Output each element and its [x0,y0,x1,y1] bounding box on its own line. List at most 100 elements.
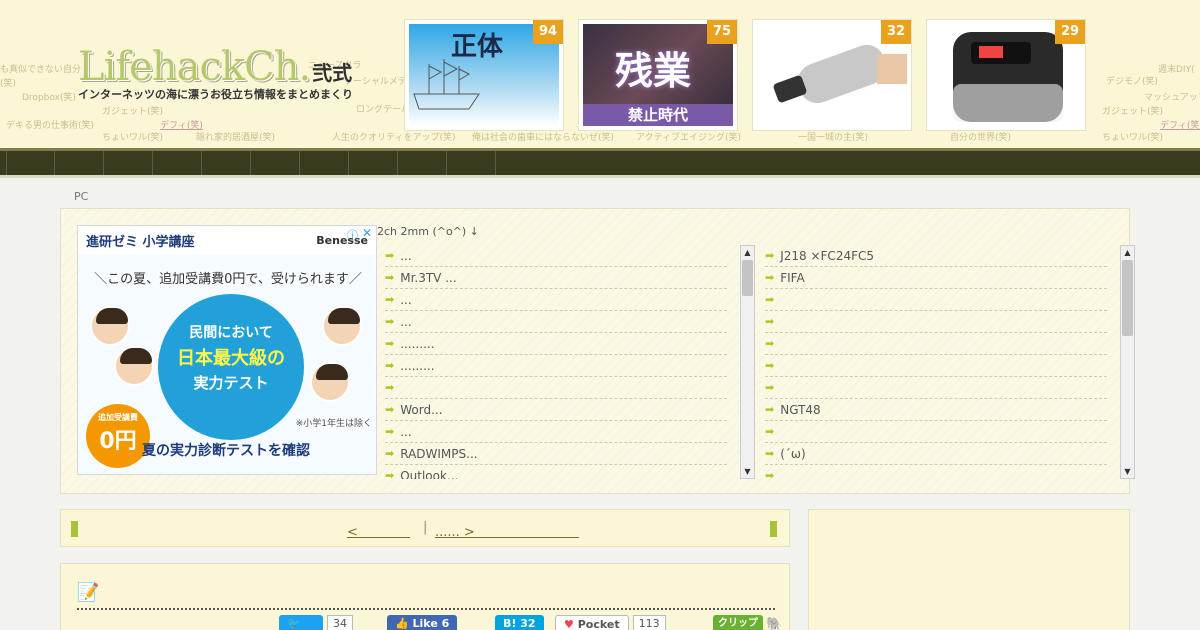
pocket-label: Pocket [577,618,620,630]
feed-item[interactable]: ➡ [385,377,727,399]
feed-left-scrollbar[interactable]: ▲ ▼ [740,245,755,479]
feed-item[interactable]: ➡ FIFA [765,267,1107,289]
scroll-up-icon[interactable]: ▲ [741,246,754,259]
feed-item[interactable]: ➡ [765,333,1107,355]
pocket-icon: ♥ [564,618,574,630]
pocket-button[interactable]: ♥ Pocket [555,615,629,630]
feed-item[interactable]: ➡ Word... [385,399,727,421]
header-tag[interactable]: デジモノ(笑) [1106,74,1158,87]
nav-item-10[interactable] [447,151,496,175]
ad-header: 進研ゼミ 小学講座 Benesse [78,226,376,254]
header-tag[interactable]: デキる男の仕事術(笑) [6,118,94,131]
facebook-like[interactable]: 👍 Like 6 [387,615,458,630]
header-tag[interactable]: 人生のクオリティをアップ(笑) [332,130,455,143]
scroll-up-icon[interactable]: ▲ [1121,246,1134,259]
popular-thumb-2[interactable]: 残業 禁止時代 75 [578,19,738,131]
scroll-thumb[interactable] [742,260,753,296]
header-tag[interactable]: ロングテール [356,102,410,115]
feed-item[interactable]: ➡ NGT48 [765,399,1107,421]
feed-item[interactable]: ➡ [765,355,1107,377]
feed-item[interactable]: ➡... [385,289,727,311]
feed-item[interactable]: ➡......... [385,333,727,355]
pager-prev-link[interactable]: < [347,521,410,540]
site-logo[interactable]: LifehackCh. 弐式 インターネッツの海に漂うお役立ち情報をまとめまくり [78,44,353,102]
popular-thumb-3[interactable]: 32 [752,19,912,131]
header-tag[interactable]: も真似できない自分 [0,62,81,75]
ad-cta[interactable]: 夏の実力診断テストを確認 [142,436,372,466]
feed-item[interactable]: ➡ [765,311,1107,333]
ad-child-photo [114,346,154,386]
nav-item-5[interactable] [202,151,251,175]
popular-thumb-4[interactable]: 29 [926,19,1086,131]
ad-info-icon[interactable]: ⓘ [347,227,358,243]
feed-item-text: ......... [400,358,435,373]
pager-next-link[interactable]: ...... > [435,521,579,540]
header-tag[interactable]: ガジェット(笑) [1102,104,1163,117]
memo-icon: 📝 [77,582,100,603]
thumb-sublabel: 禁止時代 [583,104,733,126]
feed-item[interactable]: ➡......... [385,355,727,377]
hatena-bookmark-button[interactable]: B! 32 [495,615,544,630]
arrow-icon: ➡ [385,469,395,479]
feed-item[interactable]: ➡ J218 ×FC24FC5 [765,245,1107,267]
nav-item-4[interactable] [153,151,202,175]
facebook-like-label: Like [412,617,438,630]
header-tag[interactable]: ソーシャルメデ [344,74,407,87]
arrow-icon: ➡ [765,337,775,350]
twitter-bird-icon[interactable]: 🐦 [279,615,323,630]
nav-item-3[interactable] [104,151,153,175]
ad-close-icon[interactable]: ✕ [362,226,372,240]
pocket-share[interactable]: ♥ Pocket 113 [555,615,666,630]
feed-item[interactable]: ➡ RADWIMPS... [385,443,727,465]
nav-item-6[interactable] [251,151,300,175]
feed-item[interactable]: ➡ (´ω) [765,443,1107,465]
feed-item[interactable]: ➡ [765,377,1107,399]
feed-item[interactable]: ➡ Mr.3TV ... [385,267,727,289]
ad-price-badge: 追加受講費 0円 [86,404,150,468]
ad-badge-label: 追加受講費 [98,413,138,422]
feed-right-scrollbar[interactable]: ▲ ▼ [1120,245,1135,479]
ad-banner[interactable]: 進研ゼミ 小学講座 Benesse ⓘ ✕ ＼この夏、追加受講費0円で、受けられ… [77,225,377,475]
evernote-clip-button[interactable]: クリップ [713,615,763,630]
evernote-clip[interactable]: クリップ 🐘 [713,615,782,630]
facebook-like-button[interactable]: 👍 Like 6 [387,615,458,630]
nav-item-1[interactable] [6,151,55,175]
header-tag[interactable]: ちょいワル(笑) [102,130,163,143]
header-tag[interactable]: 自分の世界(笑) [950,130,1011,143]
feed-item[interactable]: ➡... [385,311,727,333]
header-tag[interactable]: 週末DIY( [1158,62,1195,75]
arrow-icon: ➡ [385,381,395,394]
header-tag[interactable]: ちょいワル(笑) [1102,130,1163,143]
twitter-share[interactable]: 🐦 34 [279,615,353,630]
feed-right-list: ➡ J218 ×FC24FC5 ➡ FIFA ➡ ➡ ➡ ➡ ➡ ➡ NGT48 ➡ ➡ (´ω) ➡ [765,245,1115,479]
popular-thumb-1[interactable]: 正体 94 [404,19,564,131]
nav-item-7[interactable] [300,151,349,175]
feed-item[interactable]: ➡ [765,289,1107,311]
nav-item-9[interactable] [398,151,447,175]
header-tag[interactable]: アクティブエイジング(笑) [636,130,741,143]
breadcrumb[interactable]: PC [74,190,88,203]
scroll-down-icon[interactable]: ▼ [741,465,754,478]
scroll-down-icon[interactable]: ▼ [1121,465,1134,478]
header-tag[interactable]: 俺は社会の歯車にはならないぜ(笑) [472,130,614,143]
header-tag[interactable]: Dropbox(笑) [22,90,76,103]
feed-item[interactable]: ➡ [765,465,1107,479]
feed-item[interactable]: ➡ ... [385,421,727,443]
header-tag[interactable]: ガジェット(笑) [102,104,163,117]
nav-item-2[interactable] [55,151,104,175]
hatena-bookmark[interactable]: B! 32 [495,615,544,630]
scroll-thumb[interactable] [1122,260,1133,336]
feed-item-text: ... [400,248,412,263]
header-tag[interactable]: マッシュアッフ [1144,90,1200,103]
nav-item-8[interactable] [349,151,398,175]
arrow-icon: ➡ [765,381,775,394]
header-tag[interactable]: (笑) [0,76,16,89]
header-tag[interactable]: 一国一城の主(笑) [798,130,868,143]
header-tag[interactable]: 隠れ家的居酒屋(笑) [196,130,275,143]
feed-item[interactable]: ➡... [385,245,727,267]
feed-item[interactable]: ➡ [765,421,1107,443]
feed-item-text: ... [400,424,412,439]
header-tag[interactable]: デフィ(笑) [1160,118,1200,131]
pager-edge-left [71,521,78,537]
feed-item[interactable]: ➡ Outlook... [385,465,727,480]
